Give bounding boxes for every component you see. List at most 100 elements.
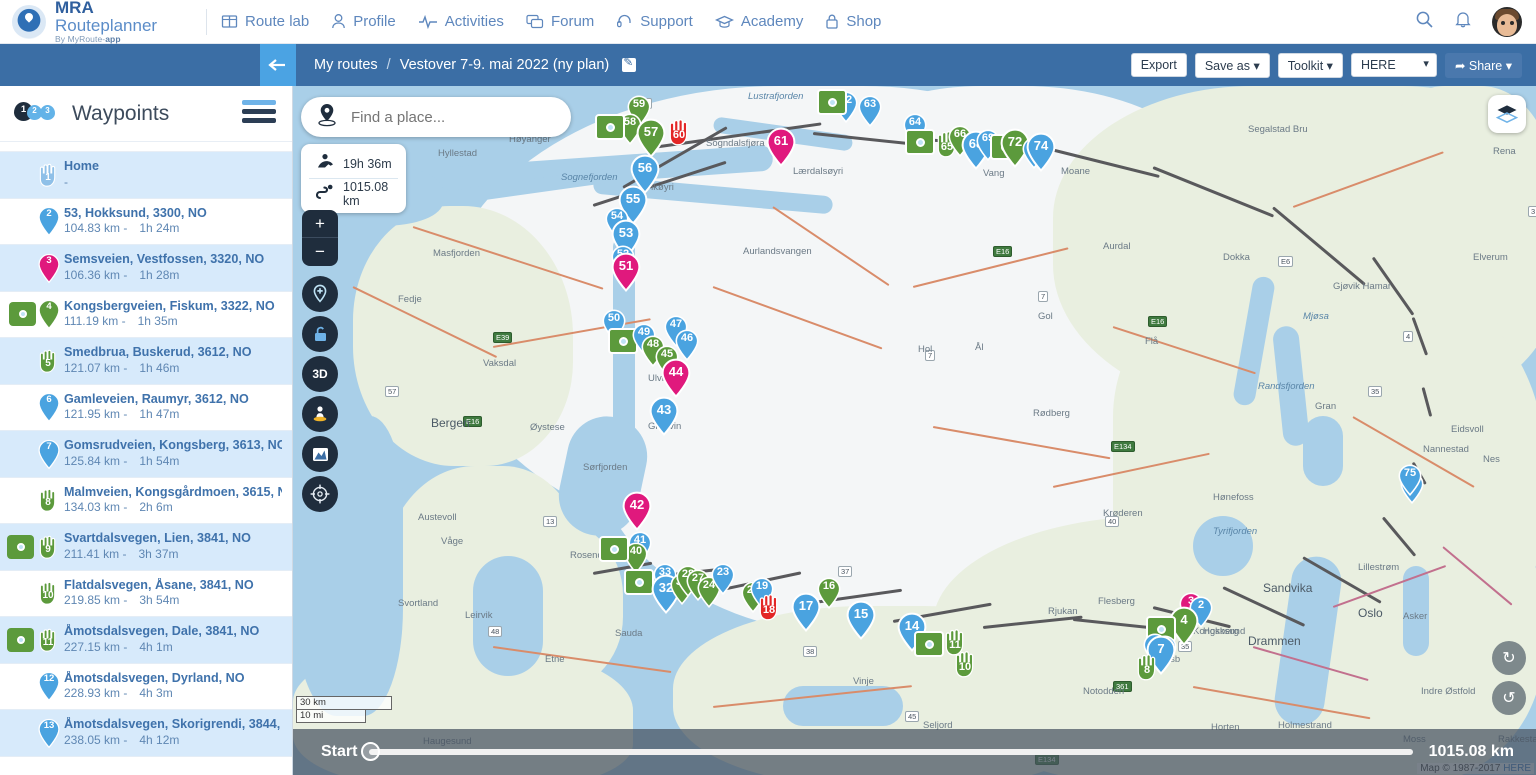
edit-route-name-icon[interactable]: [622, 55, 637, 72]
map-waypoint-marker-75[interactable]: 75: [1398, 463, 1422, 496]
share-label: Share: [1468, 58, 1503, 73]
road-shield: E39: [493, 332, 513, 343]
waypoint-row-12[interactable]: 12 Åmotsdalsvegen, Dyrland, NO 228.93 km -…: [0, 664, 292, 710]
export-button[interactable]: Export: [1130, 53, 1187, 77]
route-progress-track[interactable]: [361, 742, 1413, 761]
route-path-icon: [315, 183, 336, 204]
breadcrumb-my-routes[interactable]: My routes: [314, 57, 378, 73]
zoom-in-button[interactable]: +: [302, 210, 338, 238]
map-waypoint-marker-16[interactable]: 16: [817, 576, 841, 609]
map-camera-marker[interactable]: [624, 569, 654, 595]
zoom-out-button[interactable]: −: [302, 238, 338, 266]
map-camera-marker[interactable]: [905, 129, 935, 155]
street-view-button[interactable]: [302, 396, 338, 432]
waypoint-row-4[interactable]: 4 Kongsbergveien, Fiskum, 3322, NO 111.19 …: [0, 292, 292, 338]
map-camera-marker[interactable]: [599, 536, 629, 562]
map-waypoint-marker-15[interactable]: 15: [846, 600, 876, 640]
toolkit-button[interactable]: Toolkit ▾: [1277, 52, 1343, 78]
waypoint-text: Gomsrudveien, Kongsberg, 3613, NO 125.84 …: [64, 438, 282, 469]
map-waypoint-marker-63[interactable]: 63: [858, 94, 882, 127]
map-canvas[interactable]: 13E16E1677E6343540E1343845E134E39E161348…: [293, 86, 1536, 775]
map-label: Vinje: [853, 676, 874, 687]
brand-sub-bold: app: [105, 33, 121, 44]
elevation-profile-button[interactable]: [302, 436, 338, 472]
map-camera-marker[interactable]: [914, 631, 944, 657]
waypoint-row-8[interactable]: 8 Malmveien, Kongsgårdmoen, 3615, NO 134.0…: [0, 478, 292, 524]
search-icon[interactable]: [1415, 10, 1434, 34]
top-navigation-bar: MRA Routeplanner By MyRoute-app Route la…: [0, 0, 1536, 44]
map-waypoint-marker-61[interactable]: 61: [766, 127, 796, 167]
waypoint-text: Home -: [64, 159, 99, 190]
road-shield: E16: [1148, 316, 1168, 327]
map-label: Lærdalsøyri: [793, 166, 844, 177]
sidebar-menu-button[interactable]: [242, 100, 276, 127]
nav-item-profile[interactable]: Profile: [331, 13, 396, 30]
waypoint-meta: 238.05 km -4h 12m: [64, 732, 180, 747]
map-hand-marker-8[interactable]: 8: [1133, 651, 1161, 683]
nav-item-route-lab[interactable]: Route lab: [221, 13, 309, 30]
map-waypoint-marker-74[interactable]: 74: [1026, 132, 1056, 172]
waypoint-row-5[interactable]: 5 Smedbrua, Buskerud, 3612, NO 121.07 km -…: [0, 338, 292, 385]
map-waypoint-marker-44[interactable]: 44: [661, 358, 691, 398]
avatar-eye-right: [1510, 20, 1514, 25]
map-label: Nes: [1483, 454, 1500, 465]
map-provider-select[interactable]: HERE: [1350, 53, 1437, 77]
map-label: Sørfjorden: [583, 462, 628, 473]
lock-map-button[interactable]: [302, 316, 338, 352]
camera-marker-icon: [7, 627, 34, 652]
waypoint-list[interactable]: 1 Home -2 53, Hokksund, 3300, NO 104.83 km -…: [0, 152, 292, 774]
nav-item-activities[interactable]: Activities: [418, 13, 504, 30]
map-waypoint-marker-57[interactable]: 57: [636, 118, 666, 158]
mini-pin-3: 3: [40, 104, 59, 130]
nav-item-shop[interactable]: Shop: [825, 13, 881, 30]
share-button[interactable]: ➦ Share ▾: [1444, 52, 1522, 78]
waypoint-row-7[interactable]: 7 Gomsrudveien, Kongsberg, 3613, NO 125.84…: [0, 431, 292, 478]
waypoint-icons: 8: [8, 486, 64, 514]
map-waypoint-marker-43[interactable]: 43: [649, 396, 679, 436]
waypoint-name: Semsveien, Vestfossen, 3320, NO: [64, 252, 265, 267]
search-input[interactable]: [351, 108, 541, 126]
waypoint-row-1[interactable]: 1 Home -: [0, 152, 292, 199]
map-camera-marker[interactable]: [595, 114, 625, 140]
save-as-button[interactable]: Save as ▾: [1194, 52, 1270, 78]
add-waypoint-button[interactable]: [302, 276, 338, 312]
waypoint-row-11[interactable]: 11 Åmotsdalsvegen, Dale, 3841, NO 227.15 k…: [0, 617, 292, 664]
notification-bell-icon[interactable]: [1454, 10, 1472, 34]
compass-center-button[interactable]: [302, 476, 338, 512]
waypoint-icons: 7: [8, 439, 64, 470]
waypoint-row-3[interactable]: 3 Semsveien, Vestfossen, 3320, NO 106.36 k…: [0, 245, 292, 292]
graduation-cap-icon: [714, 14, 734, 29]
map-label: Sognefjorden: [561, 172, 618, 183]
waypoint-row-6[interactable]: 6 Gamleveien, Raumyr, 3612, NO 121.95 km -…: [0, 385, 292, 431]
redo-button[interactable]: ↻: [1492, 641, 1526, 675]
waypoint-row-9[interactable]: 9 Svartdalsvegen, Lien, 3841, NO 211.41 km…: [0, 524, 292, 571]
undo-button[interactable]: ↺: [1492, 681, 1526, 715]
map-waypoint-marker-23[interactable]: 23: [711, 562, 735, 595]
nav-label-academy: Academy: [740, 13, 804, 30]
waypoint-row-2[interactable]: 2 53, Hokksund, 3300, NO 104.83 km -1h 24m: [0, 199, 292, 245]
three-d-toggle-button[interactable]: 3D: [302, 356, 338, 392]
nav-item-academy[interactable]: Academy: [714, 13, 804, 30]
map-layers-button[interactable]: [1488, 95, 1526, 133]
avatar-eye-left: [1501, 20, 1505, 25]
map-waypoint-marker-51[interactable]: 51: [611, 252, 641, 292]
nav-label-shop: Shop: [846, 13, 882, 30]
map-hand-marker-18[interactable]: 18: [755, 591, 783, 623]
map-camera-marker[interactable]: [817, 89, 847, 115]
brand-logo-area[interactable]: MRA Routeplanner By MyRoute-app: [0, 0, 200, 44]
map-waypoint-marker-42[interactable]: 42: [622, 491, 652, 531]
user-avatar[interactable]: [1492, 6, 1522, 37]
route-progress-handle[interactable]: [361, 742, 381, 761]
zoom-controls[interactable]: + −: [302, 210, 338, 266]
nav-item-forum[interactable]: Forum: [526, 13, 594, 30]
waypoint-row-10[interactable]: 10 Flatdalsvegen, Åsane, 3841, NO 219.85 k…: [0, 571, 292, 617]
nav-item-support[interactable]: Support: [616, 13, 693, 30]
scale-mi: 10 mi: [296, 710, 366, 723]
map-hand-marker-10[interactable]: 10: [951, 648, 979, 680]
waypoint-row-13[interactable]: 13 Åmotsdalsvegen, Skorigrendi, 3844, NO 2…: [0, 710, 292, 757]
map-hand-marker-60[interactable]: 60: [665, 116, 693, 148]
map-background: 13E16E1677E6343540E1343845E134E39E161348…: [293, 86, 1536, 775]
waypoint-text: Smedbrua, Buskerud, 3612, NO 121.07 km -1…: [64, 345, 252, 376]
map-search-box[interactable]: [301, 97, 571, 137]
back-button[interactable]: [260, 44, 296, 86]
